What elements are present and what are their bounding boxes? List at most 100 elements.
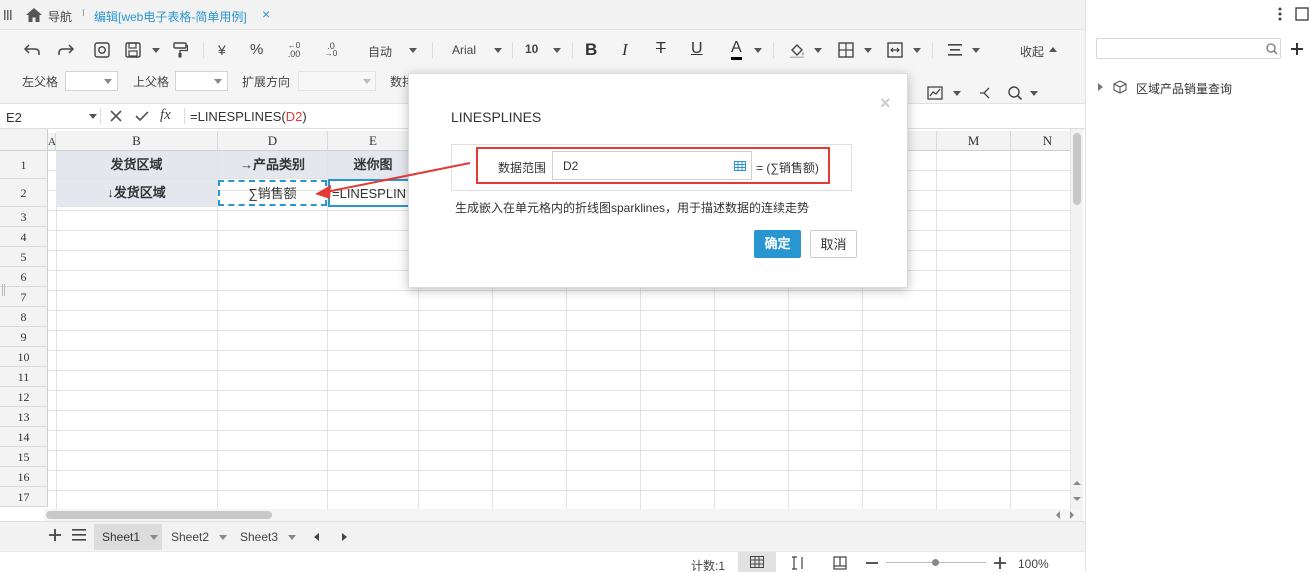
column-header-b[interactable]: B (56, 131, 218, 151)
horizontal-scroll-thumb[interactable] (46, 511, 272, 519)
row-header-3[interactable]: 3 (0, 207, 48, 227)
row-header-9[interactable]: 9 (0, 327, 48, 347)
row-header-12[interactable]: 12 (0, 387, 48, 407)
scroll-right-arrow-icon[interactable] (1070, 511, 1074, 519)
formula-input[interactable]: =LINESPLINES(D2) (190, 109, 307, 124)
row-header-14[interactable]: 14 (0, 427, 48, 447)
align-caret[interactable] (972, 48, 980, 53)
menu-lines-icon[interactable] (4, 8, 12, 22)
add-icon[interactable] (1288, 40, 1306, 58)
more-options-icon[interactable] (1272, 6, 1288, 22)
bold-button[interactable]: B (585, 40, 597, 60)
row-header-11[interactable]: 11 (0, 367, 48, 387)
save-dropdown-caret[interactable] (152, 48, 160, 53)
cell-reference-caret[interactable] (89, 114, 97, 119)
row-header-6[interactable]: 6 (0, 267, 48, 287)
row-header-8[interactable]: 8 (0, 307, 48, 327)
italic-button[interactable]: I (622, 40, 628, 60)
cell-d1[interactable]: →产品类别 (218, 151, 328, 179)
column-header-d[interactable]: D (218, 131, 328, 151)
next-sheet-icon[interactable] (342, 533, 347, 541)
page-layout-view-icon[interactable] (832, 555, 848, 571)
cell-e2-editing[interactable]: =LINESPLIN (328, 179, 419, 207)
sheet-tab-2[interactable]: Sheet2 (163, 524, 231, 550)
zoom-slider-thumb[interactable] (932, 559, 939, 566)
format-painter-icon[interactable] (170, 40, 190, 60)
template-search-input[interactable] (1096, 38, 1281, 59)
confirm-formula-icon[interactable] (134, 108, 150, 124)
vertical-scroll-thumb[interactable] (1073, 133, 1081, 205)
data-range-input[interactable]: D2 (552, 151, 752, 180)
font-size-select[interactable]: 10 (525, 42, 538, 56)
collapse-toolbar-button[interactable]: 收起 (1020, 43, 1044, 60)
decimal-decrease-icon[interactable]: .0 →0 (321, 40, 341, 60)
fill-color-icon[interactable] (787, 40, 807, 60)
collapse-up-icon[interactable] (1049, 47, 1057, 52)
border-icon[interactable] (836, 40, 856, 60)
column-header-e[interactable]: E (328, 131, 419, 151)
grid-corner[interactable] (0, 129, 48, 151)
close-tab-icon[interactable]: × (262, 6, 270, 22)
underline-button[interactable]: U (691, 40, 703, 58)
row-header-15[interactable]: 15 (0, 447, 48, 467)
confirm-button[interactable]: 确定 (754, 230, 801, 258)
percent-format-button[interactable]: % (250, 41, 263, 58)
zoom-out-icon[interactable] (864, 555, 880, 571)
vertical-scrollbar[interactable] (1070, 129, 1083, 521)
top-parent-select[interactable] (175, 71, 228, 91)
font-family-select[interactable]: Arial (452, 43, 476, 57)
normal-view-button[interactable] (738, 552, 776, 572)
dialog-close-icon[interactable]: × (880, 93, 891, 114)
range-select-icon[interactable] (733, 159, 747, 173)
sheet-list-icon[interactable] (70, 525, 88, 545)
number-format-caret[interactable] (409, 48, 417, 53)
nav-link[interactable]: 导航 (48, 8, 72, 25)
chart-caret[interactable] (953, 91, 961, 96)
preview-icon[interactable] (92, 40, 112, 60)
cancel-formula-icon[interactable] (108, 108, 124, 124)
expand-direction-select[interactable] (298, 71, 376, 91)
number-format-select[interactable]: 自动 (368, 43, 392, 60)
cell-b2[interactable]: ↓发货区域 (56, 179, 218, 207)
edit-tab-title[interactable]: 编辑[web电子表格-简单用例] (94, 8, 247, 25)
home-icon[interactable] (25, 6, 43, 24)
scroll-left-arrow-icon[interactable] (1056, 511, 1060, 519)
cancel-button[interactable]: 取消 (810, 230, 857, 258)
font-family-caret[interactable] (494, 48, 502, 53)
branch-icon[interactable] (976, 84, 994, 102)
sheet-tab-1[interactable]: Sheet1 (94, 524, 162, 550)
cell-d2[interactable]: ∑销售额 (218, 180, 327, 206)
font-size-caret[interactable] (553, 48, 561, 53)
search-tool-icon[interactable] (1006, 84, 1024, 102)
fill-color-caret[interactable] (814, 48, 822, 53)
row-header-1[interactable]: 1 (0, 151, 48, 179)
undo-icon[interactable] (22, 40, 42, 60)
redo-icon[interactable] (56, 40, 76, 60)
save-icon[interactable] (123, 40, 143, 60)
horizontal-scrollbar[interactable] (44, 509, 1080, 521)
column-header-n[interactable]: N (1011, 131, 1070, 151)
scroll-up-arrow-icon[interactable] (1073, 481, 1081, 485)
page-break-view-icon[interactable] (790, 555, 806, 571)
sheet-tab-3[interactable]: Sheet3 (232, 524, 300, 550)
tree-item-query[interactable]: 区域产品销量查询 (1136, 80, 1232, 97)
cell-b1[interactable]: 发货区域 (56, 151, 218, 179)
row-header-5[interactable]: 5 (0, 247, 48, 267)
font-color-button[interactable]: A (731, 39, 742, 60)
merge-cells-icon[interactable] (885, 40, 905, 60)
tree-expand-icon[interactable] (1098, 83, 1103, 91)
row-header-16[interactable]: 16 (0, 467, 48, 487)
row-header-10[interactable]: 10 (0, 347, 48, 367)
cell-reference-box[interactable]: E2 (6, 110, 22, 125)
add-sheet-icon[interactable] (46, 525, 64, 545)
border-caret[interactable] (864, 48, 872, 53)
function-icon[interactable]: fx (160, 107, 171, 124)
currency-format-button[interactable]: ¥ (218, 42, 226, 58)
strikethrough-button[interactable]: T (656, 40, 666, 58)
left-resize-handle[interactable] (2, 284, 5, 296)
column-header-m[interactable]: M (937, 131, 1011, 151)
window-maximize-icon[interactable] (1294, 6, 1310, 22)
prev-sheet-icon[interactable] (314, 533, 319, 541)
search-icon[interactable] (1264, 41, 1280, 57)
zoom-in-icon[interactable] (992, 555, 1008, 571)
